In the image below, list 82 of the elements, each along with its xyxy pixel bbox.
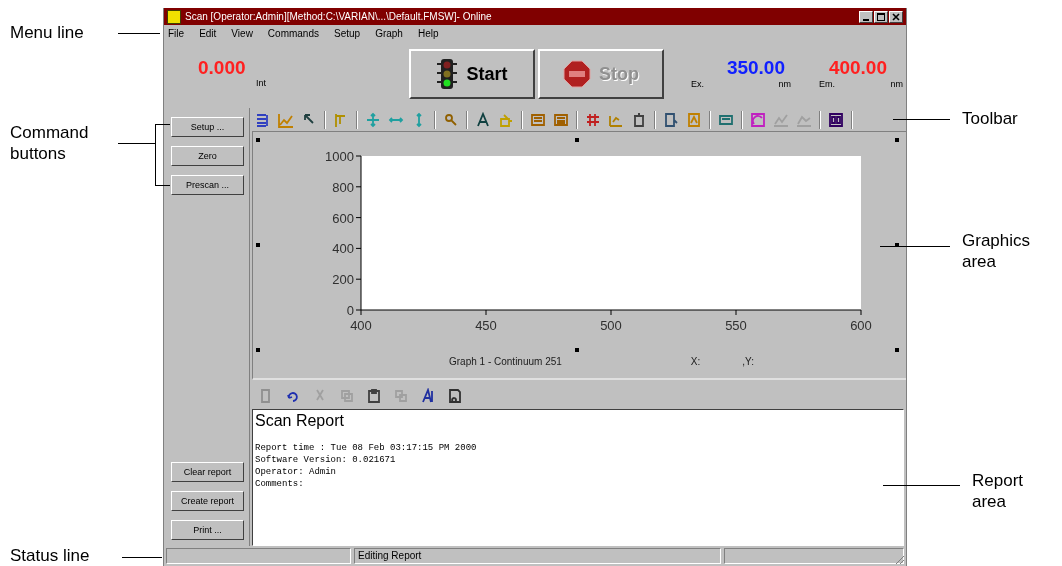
report-button[interactable]: Clear report [171, 462, 244, 482]
excitation-unit: nm [778, 79, 791, 89]
leader-line [118, 143, 155, 144]
maximize-icon [877, 12, 885, 21]
x-tick-label: 550 [725, 318, 747, 333]
callout-label: Toolbar [962, 108, 1018, 129]
y-tick-label: 1000 [325, 149, 354, 164]
emission-label: Em. [819, 79, 835, 89]
panel-icon[interactable] [553, 111, 569, 128]
emission-unit: nm [890, 79, 903, 89]
y-readout: ,Y: [742, 356, 754, 367]
y-tick-label: 600 [332, 210, 354, 226]
callout-label: Menu line [10, 22, 84, 43]
leader-line [893, 119, 950, 120]
bracket-line [155, 124, 170, 186]
excitation-value: 350.00 [726, 57, 785, 79]
menu-item[interactable]: Commands [267, 27, 319, 39]
font-icon[interactable] [420, 387, 436, 404]
3d-view-icon[interactable] [828, 111, 844, 128]
report-button[interactable]: Create report [171, 491, 244, 511]
intensity-value: 0.000 [198, 57, 247, 79]
report-line: Operator: Admin [255, 466, 337, 478]
menu-item[interactable]: Graph [375, 27, 403, 39]
print-preview-icon[interactable] [447, 387, 463, 404]
intensity-unit: Int [256, 78, 267, 88]
x-tick-label: 600 [850, 318, 872, 333]
y-tick-label: 800 [332, 179, 354, 195]
menu-item[interactable]: Help [417, 27, 439, 39]
paste-icon[interactable] [366, 387, 382, 404]
callout-label: Command buttons [10, 122, 89, 164]
traffic-light-icon [436, 58, 459, 90]
report-line: Report time : Tue 08 Feb 03:17:15 PM 2000 [255, 442, 478, 454]
stop-sign-icon [563, 60, 591, 88]
leader-line [118, 33, 160, 34]
document-icon[interactable] [663, 111, 679, 128]
x-tick-label: 450 [475, 318, 497, 333]
app-icon [167, 9, 181, 24]
command-button[interactable]: Prescan ... [171, 175, 244, 195]
y-tick-label: 200 [332, 272, 354, 288]
callout-label: Graphics area [962, 230, 1031, 272]
start-button[interactable]: Start [409, 49, 535, 99]
trash-icon[interactable] [631, 111, 647, 128]
panel-icon[interactable] [530, 111, 546, 128]
magnifier-icon[interactable] [443, 111, 459, 128]
menu-item[interactable]: Setup [334, 27, 361, 39]
x-tick-label: 500 [600, 318, 622, 333]
report-line: Comments: [255, 478, 305, 490]
grid-icon[interactable] [585, 111, 601, 128]
menu-item[interactable]: File [168, 27, 185, 39]
report-editor[interactable]: Scan Report Report time : Tue 08 Feb 03:17:15 PM 2000 Software Version: 0.021671 Operator: Admin Comments: [252, 409, 904, 546]
y-tick-label: 400 [332, 241, 354, 257]
emission-value: 400.00 [828, 57, 887, 79]
move-icon[interactable] [365, 111, 381, 128]
minimize-button[interactable] [859, 10, 873, 23]
chart-icon[interactable] [278, 111, 294, 128]
maximize-button[interactable] [874, 10, 888, 23]
report-button[interactable]: Print ... [171, 520, 244, 540]
command-button[interactable]: Zero [171, 146, 244, 166]
copy-icon[interactable] [339, 387, 355, 404]
report-line: Software Version: 0.021671 [255, 454, 397, 466]
callout-label: Status line [10, 545, 90, 566]
minimize-icon [863, 18, 869, 21]
close-button[interactable] [889, 10, 903, 23]
close-icon [892, 12, 900, 21]
command-button[interactable]: Setup ... [171, 117, 244, 137]
text-tool-icon[interactable] [475, 111, 491, 128]
callout-label: Report area [972, 470, 1024, 512]
list-icon[interactable] [255, 111, 271, 128]
x-readout: X: [690, 356, 701, 367]
leader-line [880, 246, 950, 247]
excitation-label: Ex. [691, 79, 704, 89]
status-message: Editing Report [354, 548, 721, 564]
window-title: Scan [Operator:Admin][Method:C:\VARIAN\...\Default.FMSW]- Online [185, 11, 493, 22]
x-tick-label: 400 [350, 318, 372, 333]
menu-item[interactable]: View [231, 27, 253, 39]
document-chart-icon[interactable] [686, 111, 702, 128]
copy-icon[interactable] [393, 387, 409, 404]
report-title: Scan Report [255, 412, 345, 430]
graph-caption: Graph 1 - Continuum 251 [449, 356, 562, 367]
menu-item[interactable]: Edit [199, 27, 217, 39]
y-tick-label: 0 [346, 303, 354, 318]
leader-line [122, 557, 162, 558]
